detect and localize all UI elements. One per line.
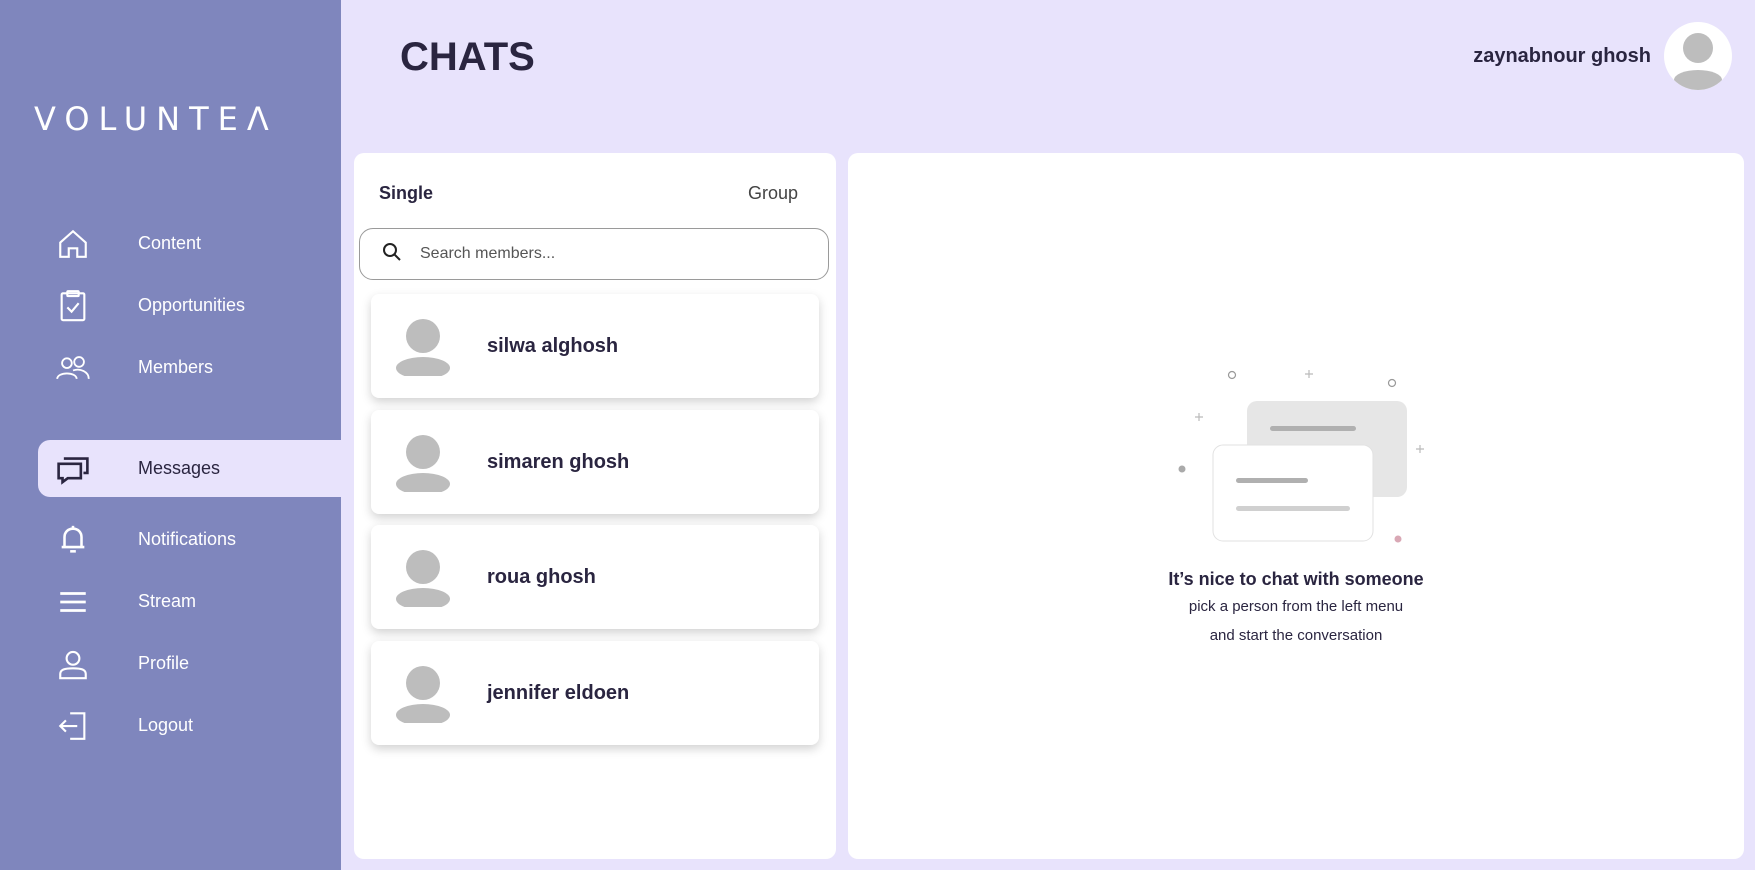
sidebar-item-label: Stream — [138, 591, 197, 611]
member-list: silwa alghosh simaren ghosh roua ghosh j… — [354, 290, 836, 870]
bell-icon — [38, 511, 108, 568]
list-item[interactable]: simaren ghosh — [371, 410, 819, 514]
sidebar-item-label: Members — [138, 357, 214, 377]
avatar-placeholder-icon — [396, 666, 450, 723]
list-item[interactable]: silwa alghosh — [371, 294, 819, 398]
sidebar-item-notifications[interactable]: Notifications — [38, 511, 341, 568]
app: VOLUNTEΛ Content Opportunities Members M… — [0, 0, 1755, 870]
users-icon — [38, 339, 108, 396]
member-name: silwa alghosh — [487, 334, 619, 357]
sidebar-item-label: Messages — [138, 458, 221, 478]
avatar-placeholder-icon — [396, 435, 450, 492]
sidebar-item-members[interactable]: Members — [38, 339, 341, 396]
list-item[interactable]: jennifer eldoen — [371, 641, 819, 745]
logo: VOLUNTEΛ — [34, 100, 278, 138]
page-title: CHATS — [400, 35, 535, 79]
member-name: simaren ghosh — [487, 450, 630, 473]
member-name: jennifer eldoen — [487, 681, 630, 704]
sidebar-item-opportunities[interactable]: Opportunities — [38, 277, 341, 334]
sidebar-item-label: Content — [138, 233, 202, 253]
user-icon — [38, 635, 108, 692]
avatar-placeholder-icon — [396, 550, 450, 607]
sidebar-item-messages[interactable]: Messages — [38, 440, 341, 497]
empty-state-line-2: and start the conversation — [1209, 627, 1383, 644]
tab-single[interactable]: Single — [379, 183, 433, 204]
sidebar: VOLUNTEΛ Content Opportunities Members M… — [0, 0, 341, 870]
logout-icon — [38, 697, 108, 754]
sidebar-item-logout[interactable]: Logout — [38, 697, 341, 754]
user-name: zaynabnour ghosh — [1473, 45, 1651, 67]
tab-group[interactable]: Group — [748, 183, 798, 204]
member-name: roua ghosh — [487, 565, 596, 588]
sidebar-item-label: Profile — [138, 653, 190, 673]
home-icon — [38, 215, 108, 272]
avatar[interactable] — [1664, 22, 1732, 90]
list-item[interactable]: roua ghosh — [371, 525, 819, 629]
sidebar-item-stream[interactable]: Stream — [38, 573, 341, 630]
search-icon — [382, 242, 402, 267]
user-avatar-icon — [1674, 33, 1722, 90]
clipboard-check-icon — [38, 277, 108, 334]
search-input[interactable] — [420, 245, 800, 263]
avatar-placeholder-icon — [396, 319, 450, 376]
chat-illustration-icon — [1178, 370, 1424, 543]
empty-state-title: It’s nice to chat with someone — [1168, 569, 1424, 589]
empty-state-line-1: pick a person from the left menu — [1188, 598, 1404, 615]
sidebar-item-label: Logout — [138, 715, 194, 735]
sidebar-item-label: Opportunities — [138, 295, 246, 315]
chat-panel: It’s nice to chat with someone pick a pe… — [848, 153, 1744, 859]
menu-lines-icon — [38, 573, 108, 630]
sidebar-item-content[interactable]: Content — [38, 215, 341, 272]
sidebar-item-label: Notifications — [138, 529, 237, 549]
search-box — [359, 228, 829, 280]
chat-bubbles-icon — [38, 440, 108, 497]
member-list-panel: Single Group silwa alghosh simaren ghosh — [354, 153, 836, 859]
sidebar-item-profile[interactable]: Profile — [38, 635, 341, 692]
